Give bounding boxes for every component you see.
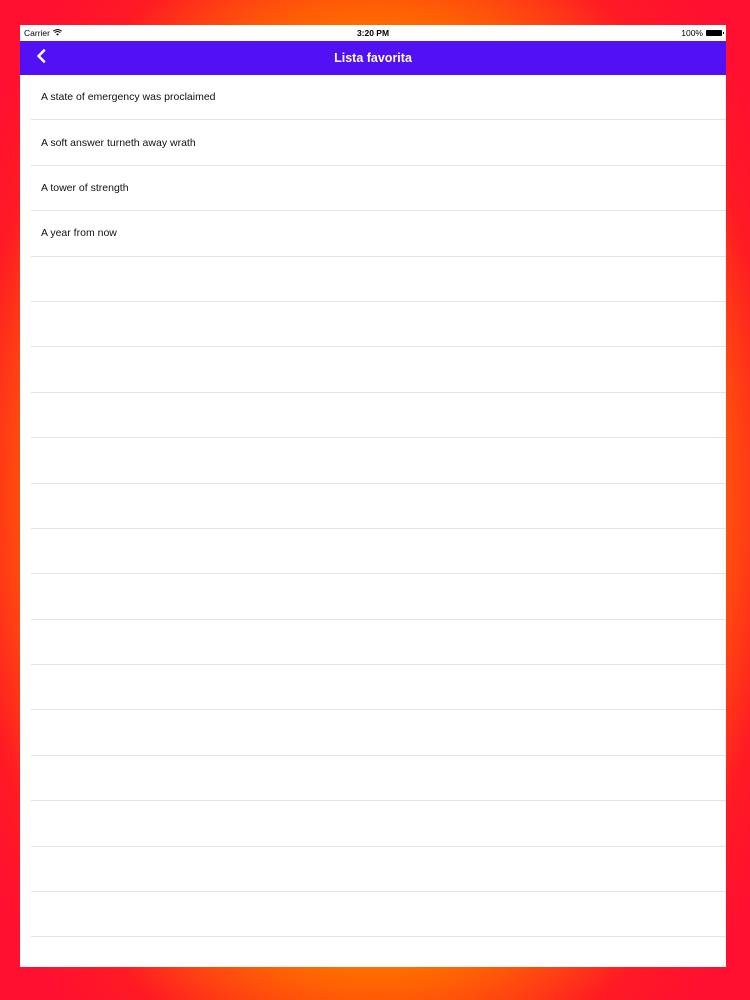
empty-row — [31, 574, 726, 620]
app-screen: Carrier 3:20 PM 100% Lista favorita A st… — [20, 25, 726, 967]
empty-row — [31, 665, 726, 711]
list-item-label: A year from now — [41, 227, 117, 240]
empty-row — [31, 347, 726, 393]
empty-row — [31, 529, 726, 575]
empty-row — [31, 484, 726, 529]
empty-row — [31, 710, 726, 756]
empty-row — [31, 438, 726, 484]
empty-row — [31, 801, 726, 847]
list-item[interactable]: A tower of strength — [31, 166, 726, 212]
favorites-list: A state of emergency was proclaimed A so… — [20, 75, 726, 938]
list-item-label: A tower of strength — [41, 181, 129, 194]
page-title: Lista favorita — [334, 51, 412, 65]
list-item[interactable]: A year from now — [31, 211, 726, 257]
list-item[interactable]: A soft answer turneth away wrath — [31, 120, 726, 166]
battery-icon — [706, 30, 724, 36]
list-item-label: A soft answer turneth away wrath — [41, 136, 196, 149]
empty-row — [31, 257, 726, 302]
status-battery-group: 100% — [681, 28, 724, 38]
list-item[interactable]: A state of emergency was proclaimed — [31, 75, 726, 121]
empty-row — [31, 302, 726, 348]
empty-row — [31, 892, 726, 938]
navigation-bar: Lista favorita — [20, 41, 726, 75]
empty-row — [31, 847, 726, 893]
empty-row — [31, 393, 726, 439]
list-item-label: A state of emergency was proclaimed — [41, 91, 216, 104]
empty-row — [31, 620, 726, 666]
empty-row — [31, 756, 726, 802]
status-time: 3:20 PM — [356, 28, 390, 38]
status-bar: Carrier 3:20 PM 100% — [20, 25, 726, 41]
battery-percent: 100% — [681, 28, 703, 38]
